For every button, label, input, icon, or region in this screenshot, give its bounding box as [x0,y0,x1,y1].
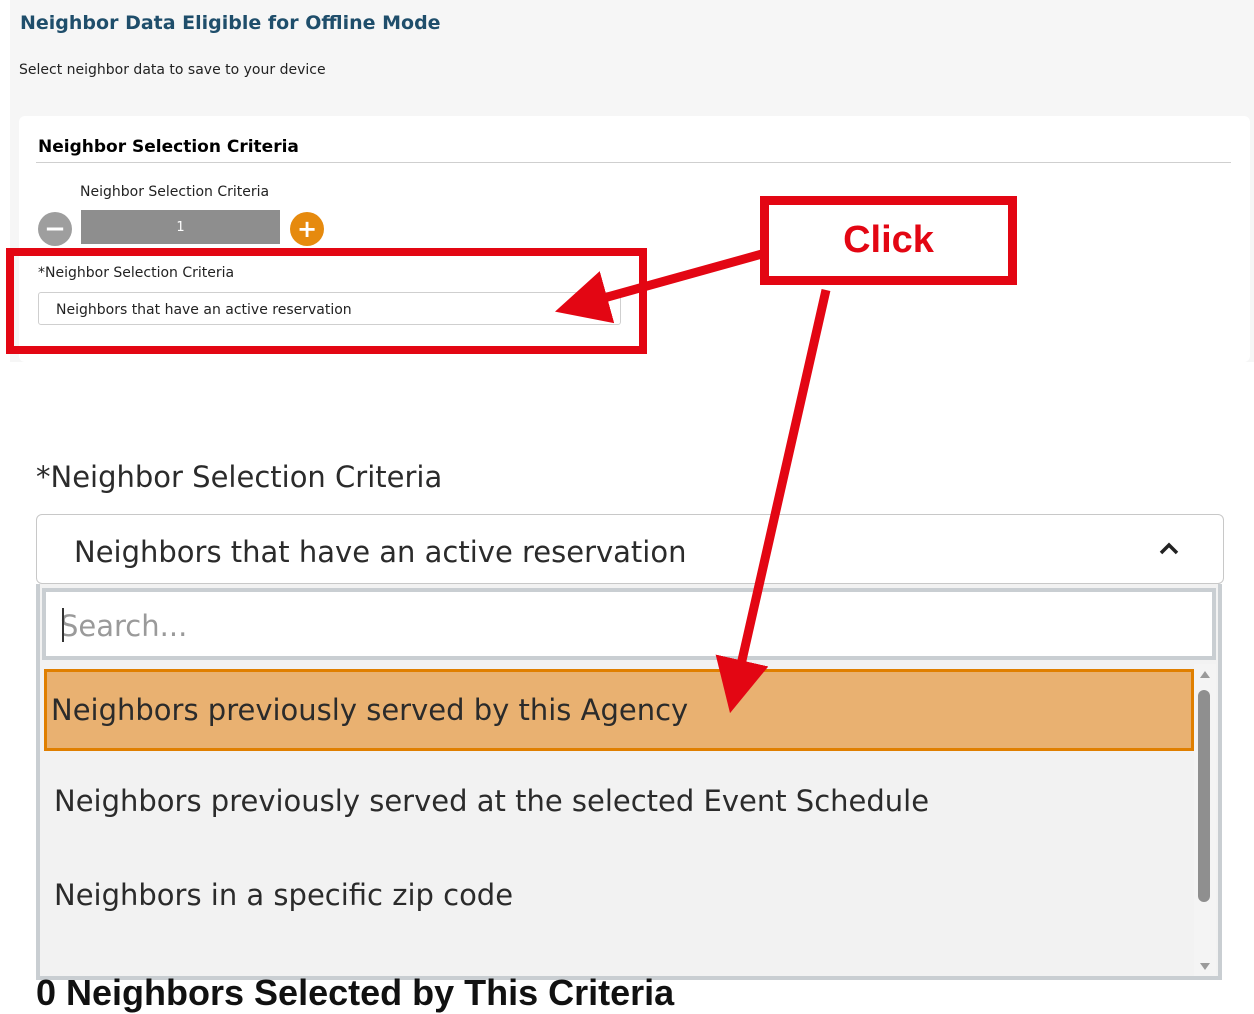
stepper-label: Neighbor Selection Criteria [80,184,270,200]
criteria-count-value: 1 [176,219,185,235]
selected-count-heading: 0 Neighbors Selected by This Criteria [36,972,675,1013]
dropdown-option-served-at-event-schedule[interactable]: Neighbors previously served at the selec… [44,760,1194,842]
card-header: Neighbor Selection Criteria [38,137,299,157]
decrement-button[interactable]: − [38,212,72,246]
callout-text: Click [843,219,934,261]
chevron-up-icon[interactable] [1156,538,1182,558]
search-input[interactable] [60,604,1200,648]
increment-button[interactable]: + [290,212,324,246]
page-subtitle: Select neighbor data to save to your dev… [19,62,326,78]
text-cursor [62,608,64,642]
criteria-count-field[interactable]: 1 [81,210,280,244]
option-label: Neighbors previously served at the selec… [54,784,930,818]
page-title: Neighbor Data Eligible for Offline Mode [20,12,441,34]
zoomed-select-label: *Neighbor Selection Criteria [36,460,443,494]
option-label: Neighbors in a specific zip code [54,878,514,912]
dropdown-option-zip-code[interactable]: Neighbors in a specific zip code [44,854,1194,936]
scroll-down-icon[interactable] [1198,960,1212,972]
scrollbar-thumb[interactable] [1198,690,1210,902]
plus-icon: + [296,215,318,243]
minus-icon: − [44,214,66,244]
divider [36,162,1231,163]
scroll-up-icon[interactable] [1198,668,1212,680]
zoomed-select-value: Neighbors that have an active reservatio… [74,535,687,569]
click-callout: Click [760,196,1017,285]
option-label: Neighbors previously served by this Agen… [51,693,689,727]
annotation-highlight-box [6,248,647,354]
dropdown-option-served-by-agency[interactable]: Neighbors previously served by this Agen… [44,669,1194,751]
